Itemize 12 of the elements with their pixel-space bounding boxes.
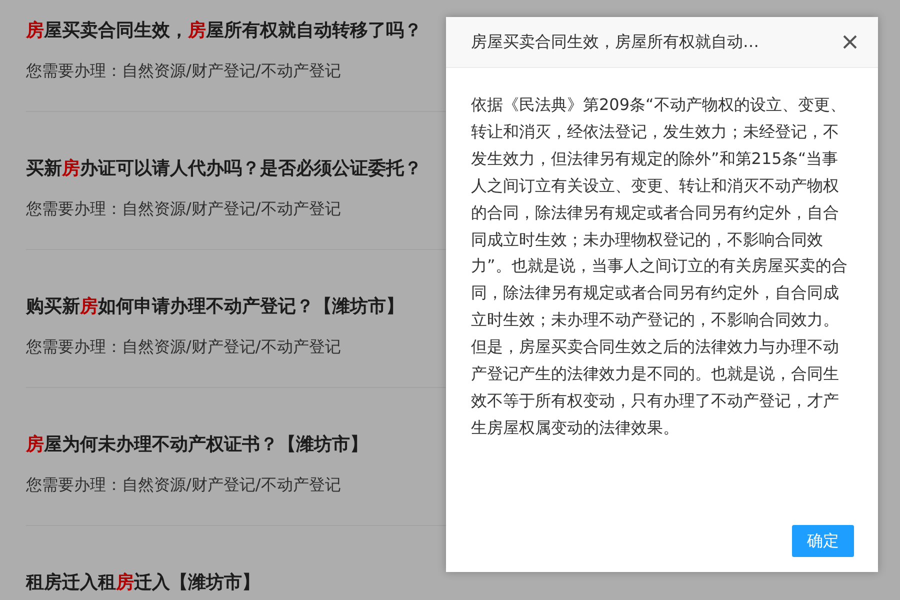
item-title[interactable]: 房屋为何未办理不动产权证书？【潍坊市】 <box>26 432 446 458</box>
item-subtitle: 您需要办理：自然资源/财产登记/不动产登记 <box>26 198 342 220</box>
item-title[interactable]: 租房迁入租房迁入【潍坊市】 <box>26 570 446 596</box>
close-icon[interactable] <box>842 34 858 50</box>
item-title[interactable]: 购买新房如何申请办理不动产登记？【潍坊市】 <box>26 294 446 320</box>
item-subtitle: 您需要办理：自然资源/财产登记/不动产登记 <box>26 60 342 82</box>
item-subtitle: 您需要办理：自然资源/财产登记/不动产登记 <box>26 474 342 496</box>
dialog-text: 依据《民法典》第209条“不动产物权的设立、变更、转让和消灭，经依法登记，发生效力；未经登记，不发生效力，但法律另有规定的除外”和第215条“当事人之间订立有关设立、变更、转让和消灭不动产物权的合同，除法律另有规定或者合同另有约定外，自合同成立时生效；未办理物权登记的，不影响合同效力”。也就是说，当事人之间订立的有关房屋买卖的合同，除法律另有规定或者合同另有约定外，自合同成立时生效；未办理不动产登记的，不影响合同效力。但是，房屋买卖合同生效之后的法律效力与办理不动产登记产生的法律效力是不同的。也就是说，合同生效不等于所有权变动，只有办理了不动产登记，才产生房屋权属变动的法律效果。 <box>471 94 848 439</box>
dialog-title: 房屋买卖合同生效，房屋所有权就自动… <box>471 32 759 52</box>
item-title[interactable]: 买新房办证可以请人代办吗？是否必须公证委托？ <box>26 156 446 182</box>
item-subtitle: 您需要办理：自然资源/财产登记/不动产登记 <box>26 336 342 358</box>
item-title[interactable]: 房屋买卖合同生效，房屋所有权就自动转移了吗？ <box>26 18 446 44</box>
